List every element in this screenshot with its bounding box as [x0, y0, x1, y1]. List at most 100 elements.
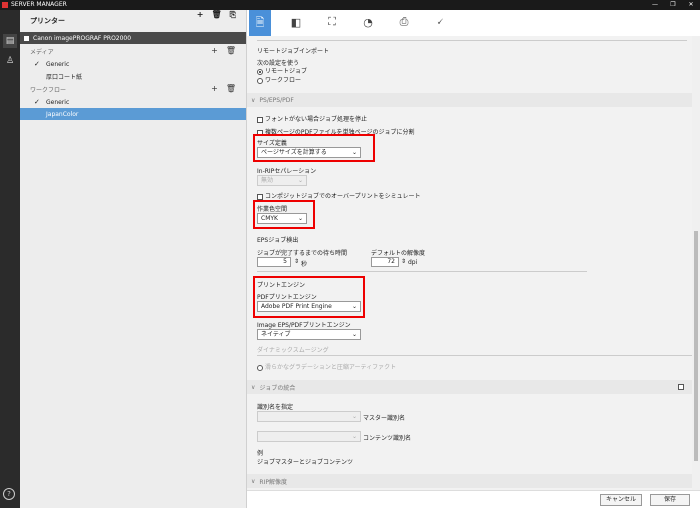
media-item[interactable]: ✓ Generic — [20, 58, 246, 70]
specify-label: 識別名を指定 — [257, 404, 294, 411]
media-item-label: Generic — [46, 60, 70, 68]
select-value: ネイティブ — [261, 331, 291, 338]
delete-printer-icon[interactable]: 🗑 — [211, 10, 221, 20]
media-label: メディア — [30, 48, 54, 56]
select-value: CMYK — [261, 215, 278, 222]
tab-quality[interactable]: 🗸 — [429, 10, 451, 34]
radio-button[interactable] — [257, 68, 263, 75]
radio-button[interactable] — [257, 77, 263, 84]
chevron-down-icon: ⌄ — [351, 433, 357, 440]
chevron-down-icon: ⌄ — [351, 413, 357, 420]
select-value: 無効 — [261, 177, 274, 184]
checkbox[interactable] — [257, 193, 263, 200]
radio-workflow[interactable]: ワークフロー — [257, 75, 301, 84]
rip-group-title: RIP解像度 — [259, 478, 287, 486]
tab-layout[interactable]: ◧ — [285, 10, 307, 34]
checkbox-label: 滑らかなグラデーションと圧縮アーティファクト — [265, 364, 397, 371]
merge-checkbox[interactable] — [678, 384, 684, 390]
chevron-down-icon: ⌄ — [351, 331, 357, 338]
media-item[interactable]: 厚口コート紙 — [20, 70, 246, 82]
tab-print[interactable]: ⎙ — [393, 10, 415, 34]
workflow-item-selected[interactable]: JapanColor — [20, 108, 246, 120]
scrollbar[interactable] — [692, 36, 700, 490]
add-media-icon[interactable]: + — [211, 46, 218, 55]
tab-job[interactable]: 🗎 — [249, 10, 271, 36]
example-label: 例 — [257, 450, 264, 457]
spinner-icon[interactable]: ⇕ — [401, 258, 406, 265]
master-id-select: ⌄ — [257, 411, 361, 422]
cancel-button[interactable]: キャンセル — [600, 494, 642, 506]
rip-group-header[interactable]: ∨ RIP解像度 — [247, 474, 692, 488]
overprint-checkbox[interactable]: コンポジットジョブでのオーバープリントをシミュレート — [257, 191, 420, 200]
save-button[interactable]: 保存 — [650, 494, 690, 506]
resolution-unit: dpi — [408, 259, 418, 266]
ps-group-header[interactable]: ∨ PS/EPS/PDF — [247, 93, 692, 107]
radio-remote-job[interactable]: リモートジョブ — [257, 66, 307, 75]
content-id-select: ⌄ — [257, 431, 361, 442]
wait-time-input[interactable]: 5 — [257, 257, 291, 267]
checkbox-label: フォントがない場合ジョブ処理を停止 — [265, 116, 368, 123]
collapse-icon[interactable] — [24, 35, 29, 41]
size-definition-select[interactable]: ページサイズを計算する ⌄ — [257, 147, 361, 158]
example-value: ジョブマスターとジョブコンテンツ — [257, 459, 354, 466]
check-icon: ✓ — [34, 98, 40, 106]
workflow-label: ワークフロー — [30, 86, 67, 94]
scrollbar-thumb[interactable] — [694, 231, 698, 461]
printer-panel: プリンター + 🗑 ⎘ Canon imagePROGRAF PRO2000 メ… — [20, 10, 247, 508]
restore-button[interactable]: ❐ — [664, 0, 682, 10]
radio-label: ワークフロー — [265, 77, 302, 84]
close-button[interactable]: ✕ — [682, 0, 700, 10]
chevron-down-icon: ∨ — [251, 96, 256, 104]
merge-group-title: ジョブの統合 — [259, 384, 296, 392]
content-id-label: コンテンツ識別名 — [363, 435, 412, 442]
add-workflow-icon[interactable]: + — [211, 84, 218, 93]
import-icon[interactable]: ⎘ — [230, 10, 236, 20]
inrip-label: In-RIPセパレーション — [257, 168, 317, 175]
tab-image[interactable]: ⛶ — [321, 10, 343, 34]
tab-color[interactable]: ◔ — [357, 10, 379, 34]
engine-title: プリントエンジン — [257, 282, 306, 289]
media-item-label: 厚口コート紙 — [46, 73, 83, 81]
chevron-down-icon: ⌄ — [297, 215, 303, 222]
window-title: SERVER MANAGER — [11, 1, 67, 8]
ps-group-title: PS/EPS/PDF — [259, 96, 294, 104]
checkbox-label: コンポジットジョブでのオーバープリントをシミュレート — [265, 193, 421, 200]
radio-button — [257, 364, 263, 371]
help-icon[interactable]: ? — [3, 488, 15, 500]
radio-label: リモートジョブ — [265, 68, 308, 75]
workflow-item-label: Generic — [46, 98, 70, 106]
settings-content: リモートジョブインポート 次の設定を使う リモートジョブ ワークフロー ∨ PS… — [247, 36, 692, 490]
delete-media-icon[interactable]: 🗑 — [226, 46, 236, 55]
delete-workflow-icon[interactable]: 🗑 — [226, 84, 236, 93]
workspace-select[interactable]: CMYK ⌄ — [257, 213, 307, 224]
printer-icon[interactable]: ▤ — [3, 34, 17, 48]
chevron-down-icon: ⌄ — [297, 177, 303, 184]
pdf-engine-label: PDFプリントエンジン — [257, 294, 317, 301]
eps-detect-label: EPSジョブ検出 — [257, 237, 299, 244]
spinner-icon[interactable]: ⇕ — [294, 258, 299, 265]
resolution-input[interactable]: 72 — [371, 257, 399, 267]
select-value: Adobe PDF Print Engine — [261, 303, 332, 310]
user-icon[interactable]: ♙ — [3, 54, 17, 68]
checkbox[interactable] — [257, 116, 263, 123]
select-value: ページサイズを計算する — [261, 149, 327, 156]
minimize-button[interactable]: — — [646, 0, 664, 10]
workflow-item[interactable]: ✓ Generic — [20, 96, 246, 108]
workflow-item-label: JapanColor — [46, 110, 79, 118]
inrip-select: 無効 ⌄ — [257, 175, 307, 186]
divider — [257, 271, 587, 272]
font-stop-checkbox[interactable]: フォントがない場合ジョブ処理を停止 — [257, 114, 367, 123]
action-bar: キャンセル 保存 — [247, 490, 700, 508]
remote-title: リモートジョブインポート — [257, 48, 330, 55]
chevron-down-icon: ∨ — [251, 477, 256, 485]
merge-group-header[interactable]: ∨ ジョブの統合 — [247, 380, 692, 394]
smoothing-label: ダイナミックスムージング — [257, 347, 329, 354]
add-printer-icon[interactable]: + — [197, 10, 204, 20]
printer-row[interactable]: Canon imagePROGRAF PRO2000 — [20, 32, 246, 44]
app-icon — [2, 2, 8, 8]
image-engine-select[interactable]: ネイティブ ⌄ — [257, 329, 361, 340]
workflow-section: ワークフロー + 🗑 — [20, 82, 246, 96]
divider — [257, 40, 687, 41]
nav-rail: ▤ ♙ ? — [0, 10, 20, 508]
pdf-engine-select[interactable]: Adobe PDF Print Engine ⌄ — [257, 301, 361, 312]
